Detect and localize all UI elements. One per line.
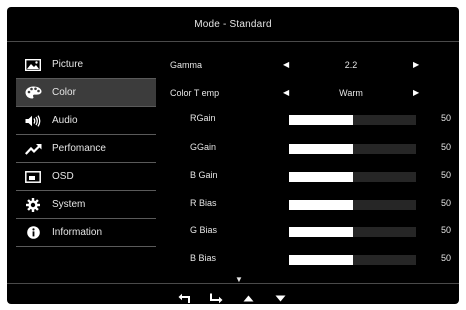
picture-icon — [24, 58, 42, 72]
sidebar-item-picture[interactable]: Picture — [16, 51, 156, 79]
slider-fill — [289, 172, 353, 182]
slider-fill — [289, 200, 353, 210]
slider-value: 50 — [440, 253, 451, 263]
slider-label: B Gain — [190, 170, 218, 180]
slider-track[interactable] — [289, 144, 416, 154]
slider-label: RGain — [190, 113, 216, 123]
slider-label: R Bias — [190, 198, 217, 208]
gamma-decrease-arrow-icon[interactable]: ◀ — [283, 60, 289, 69]
gear-icon — [24, 197, 42, 212]
color-temp-increase-arrow-icon[interactable]: ▶ — [413, 88, 419, 97]
osd-menu-window: Mode - Standard Picture Color Audio Perf… — [7, 7, 459, 304]
sidebar-item-information[interactable]: Information — [16, 219, 156, 247]
blue-gain-slider[interactable]: B Gain 50 — [165, 166, 451, 186]
gamma-label: Gamma — [170, 60, 203, 70]
blue-bias-slider[interactable]: B Bias 50 — [165, 249, 451, 269]
slider-value: 50 — [440, 225, 451, 235]
color-temp-value: Warm — [339, 88, 363, 98]
slider-label: B Bias — [190, 253, 217, 263]
osd-window-icon — [24, 170, 42, 184]
sidebar-item-audio[interactable]: Audio — [16, 107, 156, 135]
speaker-icon — [24, 114, 42, 128]
sidebar-item-label: OSD — [52, 171, 74, 182]
gamma-setting[interactable]: Gamma ◀ 2.2 ▶ — [165, 56, 451, 76]
slider-value: 50 — [440, 142, 451, 152]
sidebar: Picture Color Audio Perfomance OSD Syste… — [16, 51, 156, 247]
sidebar-item-color[interactable]: Color — [16, 79, 156, 107]
green-gain-slider[interactable]: GGain 50 — [165, 138, 451, 158]
color-temp-decrease-arrow-icon[interactable]: ◀ — [283, 88, 289, 97]
menu-title: Mode - Standard — [194, 18, 272, 30]
sidebar-item-label: Picture — [52, 59, 84, 70]
info-icon — [24, 226, 42, 240]
slider-fill — [289, 255, 353, 265]
red-bias-slider[interactable]: R Bias 50 — [165, 194, 451, 214]
back-icon[interactable] — [175, 293, 193, 304]
gamma-value: 2.2 — [344, 60, 358, 70]
trend-up-icon — [24, 142, 42, 156]
slider-label: GGain — [190, 142, 217, 152]
palette-icon — [24, 86, 42, 100]
red-gain-slider[interactable]: RGain 50 — [165, 109, 451, 129]
color-temp-setting[interactable]: Color T emp ◀ Warm ▶ — [165, 84, 451, 104]
slider-track[interactable] — [289, 227, 416, 237]
color-temp-label: Color T emp — [170, 88, 220, 98]
slider-fill — [289, 115, 353, 125]
up-arrow-icon[interactable] — [239, 295, 257, 302]
slider-label: G Bias — [190, 225, 218, 235]
slider-value: 50 — [440, 170, 451, 180]
sidebar-item-system[interactable]: System — [16, 191, 156, 219]
gamma-increase-arrow-icon[interactable]: ▶ — [413, 60, 419, 69]
slider-value: 50 — [440, 198, 451, 208]
slider-track[interactable] — [289, 172, 416, 182]
slider-value: 50 — [440, 113, 451, 123]
sidebar-item-label: Color — [52, 87, 76, 98]
sidebar-item-label: Audio — [52, 115, 78, 126]
sidebar-item-label: Perfomance — [52, 143, 106, 154]
sidebar-item-label: Information — [52, 227, 103, 238]
header-divider — [7, 41, 459, 42]
slider-track[interactable] — [289, 115, 416, 125]
slider-track[interactable] — [289, 255, 416, 265]
footer-navigation — [175, 290, 289, 306]
slider-fill — [289, 144, 353, 154]
down-arrow-icon[interactable] — [271, 295, 289, 302]
footer-divider — [7, 283, 459, 284]
slider-track[interactable] — [289, 200, 416, 210]
green-bias-slider[interactable]: G Bias 50 — [165, 221, 451, 241]
slider-fill — [289, 227, 353, 237]
sidebar-item-label: System — [52, 199, 86, 210]
sidebar-item-performance[interactable]: Perfomance — [16, 135, 156, 163]
enter-icon[interactable] — [207, 293, 225, 304]
sidebar-item-osd[interactable]: OSD — [16, 163, 156, 191]
